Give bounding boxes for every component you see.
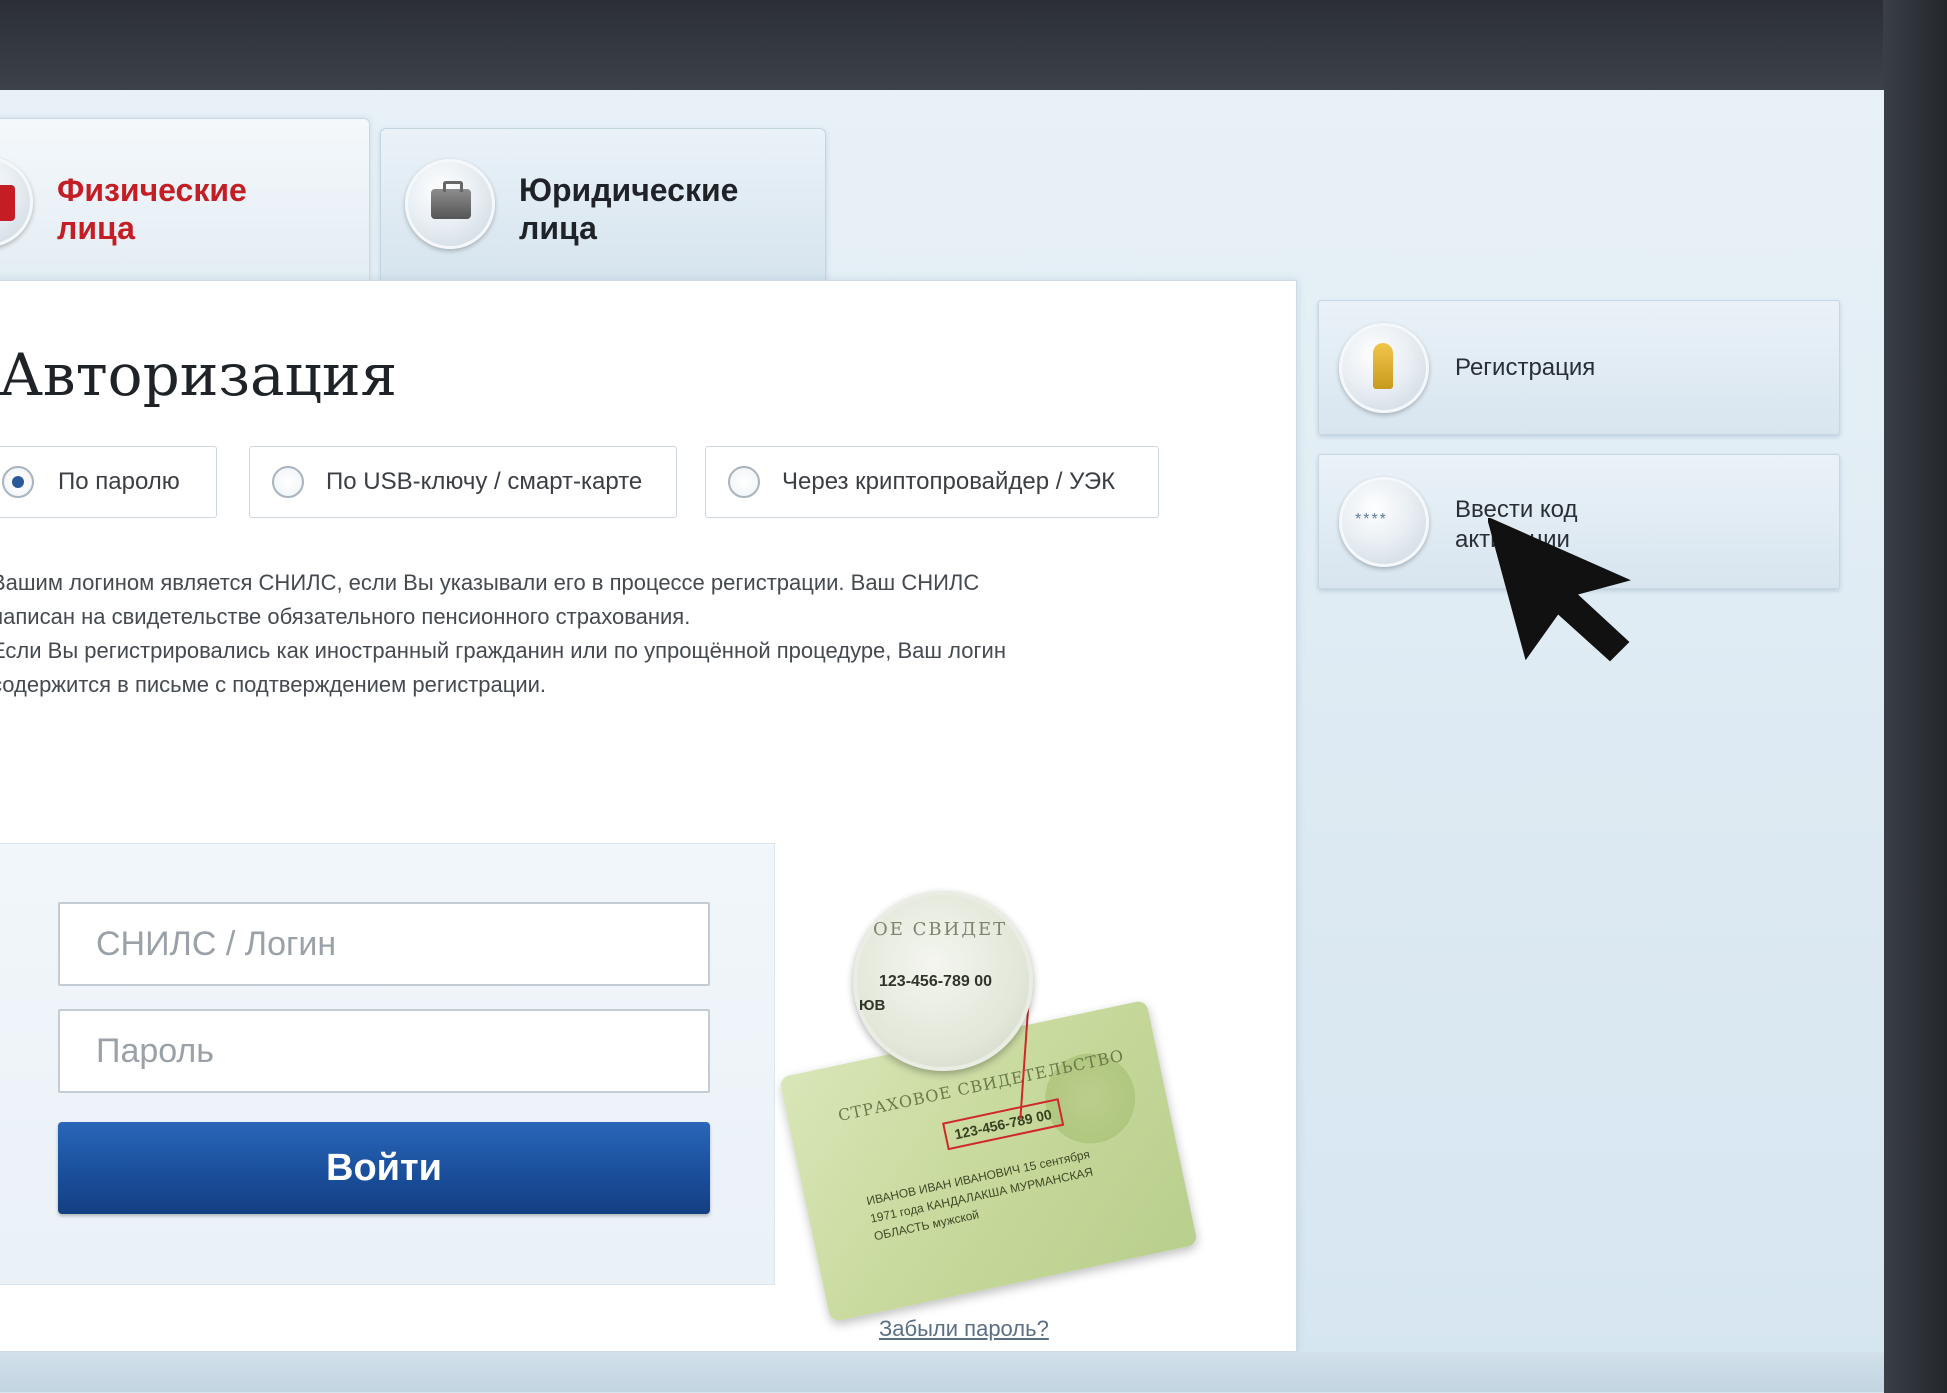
monitor-bezel-top — [0, 0, 1947, 92]
briefcase-icon — [405, 159, 495, 249]
radio-crypto[interactable] — [728, 466, 760, 498]
registration-button[interactable]: Регистрация — [1318, 300, 1840, 435]
key-icon — [1339, 323, 1429, 413]
forgot-password-link[interactable]: Забыли пароль? — [879, 1316, 1049, 1342]
radio-password[interactable] — [2, 466, 34, 498]
help-line: содержится в письме с подтверждением рег… — [0, 672, 547, 697]
help-line: написан на свидетельстве обязательного п… — [0, 604, 691, 629]
auth-option-password[interactable]: По паролю — [0, 446, 217, 518]
registration-label: Регистрация — [1455, 354, 1596, 381]
screen: Физические лица Юридические лица Авториз… — [0, 90, 1884, 1393]
tab-juridical-persons[interactable]: Юридические лица — [380, 128, 826, 283]
activation-code-button[interactable]: **** Ввести код активации — [1318, 454, 1840, 589]
code-icon: **** — [1339, 477, 1429, 567]
auth-option-usb-label: По USB-ключу / смарт-карте — [326, 468, 643, 495]
auth-option-usb[interactable]: По USB-ключу / смарт-карте — [249, 446, 677, 518]
auth-panel: Авторизация По паролю По USB-ключу / сма… — [0, 280, 1297, 1352]
page-title: Авторизация — [0, 341, 398, 409]
tab-juridical-label: Юридические лица — [519, 172, 739, 246]
radio-usb[interactable] — [272, 466, 304, 498]
activation-code-label: Ввести код активации — [1455, 496, 1578, 553]
magnifier-surname-fragment: ЮВ — [859, 997, 886, 1014]
card-holder-text: ИВАНОВ ИВАН ИВАНОВИЧ 15 сентября 1971 го… — [865, 1146, 1095, 1244]
password-input[interactable] — [58, 1009, 710, 1093]
magnifier-image: ОЕ СВИДЕТ 123-456-789 00 ЮВ — [853, 891, 1033, 1071]
magnifier-title: ОЕ СВИДЕТ — [873, 919, 1008, 940]
login-button[interactable]: Войти — [58, 1122, 710, 1214]
footer-strip — [0, 1352, 1884, 1392]
auth-option-crypto[interactable]: Через криптопровайдер / УЭК — [705, 446, 1159, 518]
card-number: 123-456-789 00 — [942, 1098, 1065, 1151]
tab-physical-persons[interactable]: Физические лица — [0, 118, 370, 283]
auth-option-password-label: По паролю — [58, 468, 180, 495]
person-icon — [0, 157, 33, 247]
login-input[interactable] — [58, 902, 710, 986]
help-line: Вашим логином является СНИЛС, если Вы ук… — [0, 570, 980, 595]
help-line: Если Вы регистрировались как иностранный… — [0, 638, 1006, 663]
magnifier-number: 123-456-789 00 — [879, 973, 992, 990]
monitor-bezel-right — [1883, 0, 1947, 1393]
help-text: Вашим логином является СНИЛС, если Вы ук… — [0, 566, 1191, 702]
tab-physical-label: Физические лица — [57, 172, 247, 246]
auth-option-crypto-label: Через криптопровайдер / УЭК — [782, 468, 1116, 495]
code-icon-text: **** — [1355, 511, 1388, 528]
login-form: Войти — [0, 843, 775, 1285]
